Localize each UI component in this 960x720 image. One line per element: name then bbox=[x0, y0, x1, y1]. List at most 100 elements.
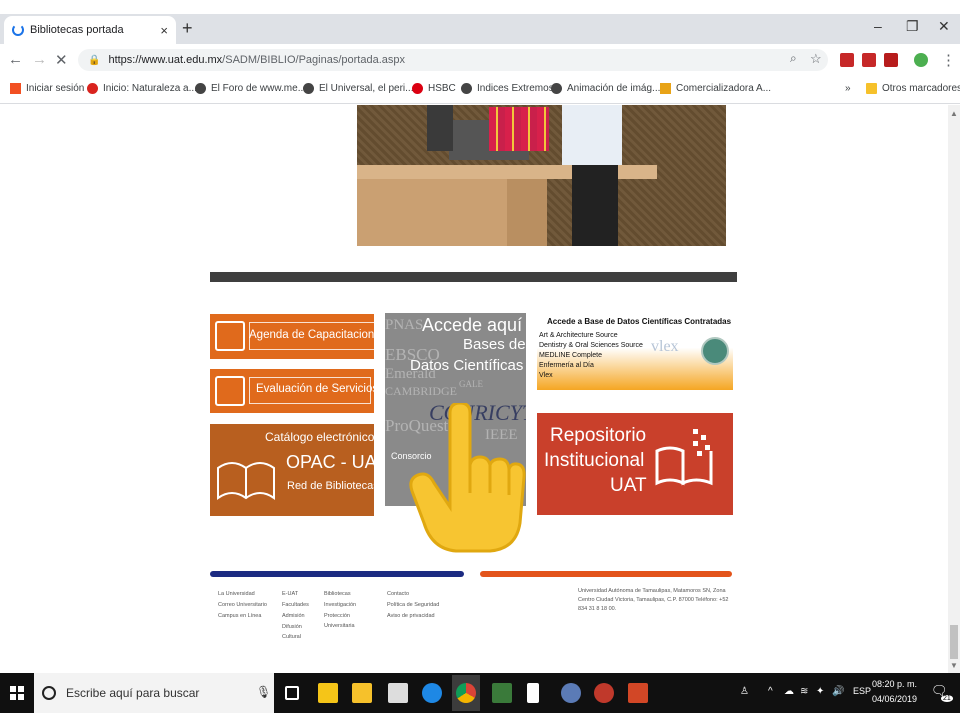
mail-icon[interactable] bbox=[388, 683, 408, 703]
contratadas-item: Art & Architecture Source bbox=[539, 332, 618, 339]
new-tab-button[interactable]: + bbox=[182, 18, 193, 39]
footer-link[interactable]: Bibliotecas bbox=[324, 589, 368, 600]
footer-link[interactable]: Aviso de privacidad bbox=[387, 611, 439, 622]
page-scrollbar[interactable]: ▲ ▼ bbox=[948, 105, 960, 673]
repositorio-institucional-tile[interactable]: Repositorio Institucional UAT bbox=[537, 413, 733, 515]
url-input[interactable]: 🔒 https://www.uat.edu.mx /SADM/BIBLIO/Pa… bbox=[78, 49, 828, 71]
contratadas-item: Enfermería al Día bbox=[539, 362, 594, 369]
volume-icon[interactable]: 🔊 bbox=[832, 686, 844, 697]
scroll-down-icon[interactable]: ▼ bbox=[950, 661, 958, 670]
people-icon[interactable]: ♙ bbox=[740, 686, 749, 697]
store-icon[interactable] bbox=[318, 683, 338, 703]
footer-link[interactable]: Investigación bbox=[324, 600, 368, 611]
wifi-icon[interactable]: ≋ bbox=[800, 686, 808, 697]
bookmark-icon bbox=[10, 83, 21, 94]
bottom-margin bbox=[0, 713, 960, 720]
bookmark-icon bbox=[412, 83, 423, 94]
footer-link[interactable]: Campus en Línea bbox=[218, 611, 267, 622]
bookmark-icon bbox=[195, 83, 206, 94]
app-icon[interactable] bbox=[492, 683, 512, 703]
footer-link[interactable]: Contacto bbox=[387, 589, 439, 600]
powerpoint-icon[interactable] bbox=[628, 683, 648, 703]
task-view-icon[interactable] bbox=[285, 686, 299, 700]
bookmark-item[interactable]: Inicio: Naturaleza a... bbox=[87, 83, 197, 94]
window-close-icon[interactable]: ✕ bbox=[938, 18, 950, 35]
footer-link[interactable]: Política de Seguridad bbox=[387, 600, 439, 611]
bookmark-item[interactable]: El Foro de www.me... bbox=[195, 83, 306, 94]
bases-sub2: Datos Científicas bbox=[410, 357, 524, 374]
catalogo-line2: OPAC - UAT bbox=[286, 452, 387, 472]
extension-icon[interactable] bbox=[862, 53, 876, 67]
contratadas-item: MEDLINE Complete bbox=[539, 352, 603, 359]
clock-date: 04/06/2019 bbox=[872, 694, 918, 704]
bookmark-item[interactable]: HSBC bbox=[412, 83, 456, 94]
evaluacion-label: Evaluación de Servicios bbox=[256, 383, 379, 395]
minimize-icon[interactable]: – bbox=[874, 18, 882, 34]
ebsco-seal-icon bbox=[701, 337, 729, 365]
bookmark-item[interactable]: Indices Extremos bbox=[461, 83, 554, 94]
zoom-icon[interactable]: ⌕ bbox=[790, 51, 797, 66]
extension-icon[interactable] bbox=[840, 53, 854, 67]
footer-link[interactable]: La Universidad bbox=[218, 589, 267, 600]
file-explorer-icon[interactable] bbox=[352, 683, 372, 703]
bg-logo-text: PNAS bbox=[385, 317, 424, 333]
url-path: /SADM/BIBLIO/Paginas/portada.aspx bbox=[222, 54, 405, 66]
agenda-capacitaciones-tile[interactable]: Agenda de Capacitaciones bbox=[210, 314, 386, 359]
lock-icon: 🔒 bbox=[88, 54, 101, 66]
stop-icon[interactable]: ✕ bbox=[55, 51, 68, 69]
dropbox-icon[interactable]: ✦ bbox=[816, 686, 824, 697]
language-indicator[interactable]: ESP bbox=[853, 686, 871, 696]
loading-spinner-icon bbox=[12, 24, 24, 36]
edge-icon[interactable] bbox=[422, 683, 442, 703]
extension-icon[interactable] bbox=[884, 53, 898, 67]
onedrive-icon[interactable]: ☁ bbox=[784, 686, 794, 697]
bookmark-item[interactable]: El Universal, el peri... bbox=[303, 83, 413, 94]
chrome-icon[interactable] bbox=[456, 683, 476, 703]
other-bookmarks[interactable]: Otros marcadores bbox=[866, 83, 960, 94]
evaluacion-servicios-tile[interactable]: Evaluación de Servicios bbox=[210, 369, 378, 413]
forward-arrow-icon[interactable]: → bbox=[32, 51, 47, 68]
footer-link[interactable]: Admisión bbox=[282, 611, 312, 622]
page-content: Agenda de Capacitaciones Evaluación de S… bbox=[0, 105, 948, 673]
photo-desk-side bbox=[507, 179, 547, 246]
menu-kebab-icon[interactable]: ⋮ bbox=[941, 51, 956, 69]
restore-icon[interactable]: ❐ bbox=[906, 18, 919, 35]
cortana-icon bbox=[42, 686, 56, 700]
system-clock[interactable]: 08:20 p. m. 04/06/2019 bbox=[872, 677, 917, 707]
bookmark-icon bbox=[660, 83, 671, 94]
footer-link[interactable]: Protección Universitaria bbox=[324, 611, 368, 631]
presentation-icon bbox=[215, 321, 245, 351]
scroll-up-icon[interactable]: ▲ bbox=[950, 109, 958, 118]
footer-link[interactable]: Difusión Cultural bbox=[282, 622, 312, 642]
tab-title: Bibliotecas portada bbox=[30, 24, 124, 36]
profile-avatar[interactable] bbox=[914, 53, 928, 67]
footer-link[interactable]: Facultades bbox=[282, 600, 312, 611]
bookmark-item[interactable]: Iniciar sesión bbox=[10, 83, 84, 94]
bookmark-item[interactable]: Animación de imág... bbox=[551, 83, 660, 94]
bookmark-item[interactable]: Comercializadora A... bbox=[660, 83, 771, 94]
footer-column: Contacto Política de Seguridad Aviso de … bbox=[387, 589, 439, 622]
scroll-thumb[interactable] bbox=[950, 625, 958, 659]
catalogo-opac-tile[interactable]: Catálogo electrónico OPAC - UAT Red de B… bbox=[210, 424, 386, 516]
browser-tab[interactable]: Bibliotecas portada × bbox=[4, 16, 176, 44]
footer-column: La Universidad Correo Universitario Camp… bbox=[218, 589, 267, 622]
app-icon[interactable] bbox=[594, 683, 614, 703]
back-arrow-icon[interactable]: ← bbox=[8, 51, 23, 68]
photo-person bbox=[562, 105, 622, 165]
photo-monitor bbox=[427, 105, 453, 151]
document-app-icon[interactable] bbox=[527, 683, 539, 703]
bookmark-star-icon[interactable]: ☆ bbox=[810, 51, 822, 67]
bookmarks-more-icon[interactable]: » bbox=[845, 83, 851, 94]
footer-link[interactable]: E-UAT bbox=[282, 589, 312, 600]
windows-start-icon[interactable] bbox=[10, 686, 24, 700]
taskbar-search-input[interactable]: Escribe aquí para buscar 🎙 bbox=[34, 673, 274, 713]
bookmarks-bar: Iniciar sesión Inicio: Naturaleza a... E… bbox=[0, 76, 960, 104]
bookmark-icon bbox=[461, 83, 472, 94]
tab-close-icon[interactable]: × bbox=[160, 23, 168, 38]
tray-arrow-icon[interactable]: ^ bbox=[768, 686, 773, 697]
search-placeholder: Escribe aquí para buscar bbox=[66, 686, 200, 700]
app-icon[interactable] bbox=[561, 683, 581, 703]
footer-link[interactable]: Correo Universitario bbox=[218, 600, 267, 611]
microphone-icon[interactable]: 🎙 bbox=[256, 685, 271, 699]
bases-contratadas-tile[interactable]: Accede a Base de Datos Científicas Contr… bbox=[537, 313, 733, 390]
